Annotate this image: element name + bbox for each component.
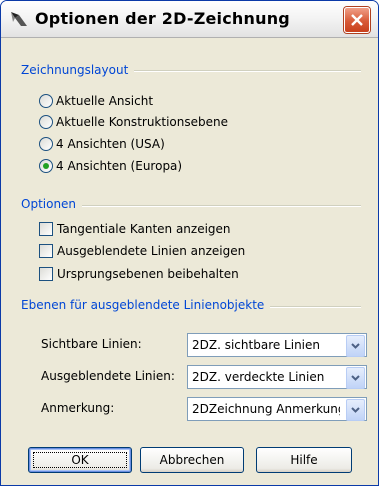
help-button-label: Hilfe <box>290 453 318 467</box>
app-icon <box>11 12 27 26</box>
dialog-title: Optionen der 2D-Zeichnung <box>35 9 290 28</box>
checkbox[interactable] <box>39 222 53 236</box>
cancel-button[interactable]: Abbrechen <box>140 447 244 473</box>
select-value: 2DZeichnung Anmerkung <box>192 402 340 416</box>
options-group-label: Optionen <box>21 197 83 211</box>
visible-lines-label: Sichtbare Linien: <box>41 337 142 351</box>
chevron-down-icon <box>351 343 360 349</box>
radio-button[interactable] <box>39 94 53 108</box>
radio-button[interactable] <box>39 137 53 151</box>
radio-label: Aktuelle Konstruktionsebene <box>56 115 228 129</box>
annotation-select[interactable]: 2DZeichnung Anmerkung <box>187 397 367 421</box>
select-value: 2DZ. verdeckte Linien <box>192 370 325 384</box>
dropdown-button[interactable] <box>346 367 365 389</box>
ok-button[interactable]: OK <box>28 447 132 473</box>
help-button[interactable]: Hilfe <box>256 447 352 473</box>
annotation-label: Anmerkung: <box>41 401 115 415</box>
title-bar[interactable]: Optionen der 2D-Zeichnung <box>1 1 378 38</box>
select-value: 2DZ. sichtbare Linien <box>192 338 321 352</box>
chevron-down-icon <box>351 407 360 413</box>
checkbox-label: Ausgeblendete Linien anzeigen <box>57 244 246 258</box>
layers-group-label: Ebenen für ausgeblendete Linienobjekte <box>21 298 271 312</box>
dropdown-button[interactable] <box>346 399 365 421</box>
radio-label: Aktuelle Ansicht <box>56 94 154 108</box>
visible-lines-select[interactable]: 2DZ. sichtbare Linien <box>187 333 367 357</box>
radio-label: 4 Ansichten (USA) <box>56 137 165 151</box>
layout-group-label: Zeichnungslayout <box>21 63 135 77</box>
close-icon <box>351 14 363 26</box>
radio-button[interactable] <box>39 159 53 173</box>
close-button[interactable] <box>344 7 370 33</box>
radio-button[interactable] <box>39 115 53 129</box>
checkbox-label: Tangentiale Kanten anzeigen <box>57 222 231 236</box>
radio-label: 4 Ansichten (Europa) <box>56 159 183 173</box>
chevron-down-icon <box>351 375 360 381</box>
hidden-lines-label: Ausgeblendete Linien: <box>41 369 175 383</box>
checkbox-label: Ursprungsebenen beibehalten <box>57 267 239 281</box>
cancel-button-label: Abbrechen <box>159 453 225 467</box>
radio-selected-dot <box>43 163 49 169</box>
checkbox[interactable] <box>39 267 53 281</box>
checkbox[interactable] <box>39 244 53 258</box>
hidden-lines-select[interactable]: 2DZ. verdeckte Linien <box>187 365 367 389</box>
dropdown-button[interactable] <box>346 335 365 357</box>
focus-rectangle <box>33 452 127 468</box>
dialog-window: Optionen der 2D-Zeichnung Zeichnungslayo… <box>0 0 379 486</box>
